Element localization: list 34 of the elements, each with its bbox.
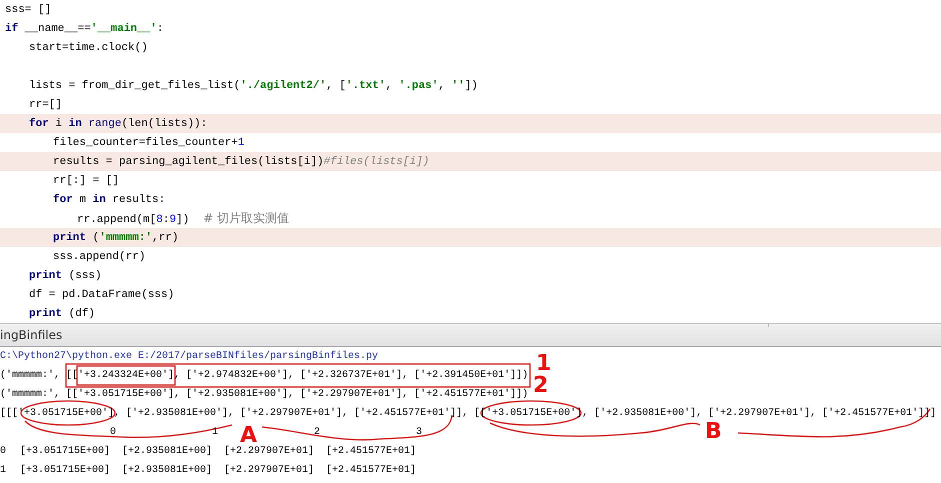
command-line: C:\Python27\python.exe E:/2017/parseBINfiles/parsingBinfiles.py bbox=[0, 351, 378, 362]
table-cell-text: [+2.451577E+01] bbox=[326, 444, 418, 459]
code-line: print (df) bbox=[28, 306, 96, 322]
code-line: for m in results: bbox=[52, 192, 166, 208]
column-header: 0 bbox=[110, 427, 116, 438]
tab-title[interactable]: ingBinfiles bbox=[0, 328, 62, 342]
column-header: 1 bbox=[212, 427, 218, 438]
handwritten-label: A bbox=[240, 425, 258, 447]
output-line: ('mmmmm:', [['+3.051715E+00'], ['+2.935081E+00'], ['+2.297907E+01'], ['+2.451577E+01']]) bbox=[0, 389, 528, 400]
table-cell-text: [+3.051715E+00] bbox=[20, 464, 112, 478]
code-line: sss= [] bbox=[4, 2, 52, 18]
table-cell-text: [+2.451577E+01] bbox=[326, 464, 418, 478]
column-header: 2 bbox=[314, 427, 320, 438]
table-cell-text: [+2.935081E+00] bbox=[122, 464, 214, 478]
code-line: lists = from_dir_get_files_list('./agilent2/', ['.txt', '.pas', '']) bbox=[28, 78, 479, 94]
code-line: rr.append(m[8:9]) # 切片取实测值 bbox=[76, 210, 290, 228]
table-cell-text: [+2.935081E+00] bbox=[122, 444, 214, 459]
code-line: print (sss) bbox=[28, 268, 103, 284]
table-cell-text: [+2.297907E+01] bbox=[224, 444, 316, 459]
code-line: rr=[] bbox=[28, 98, 64, 112]
code-line: sss.append(rr) bbox=[52, 250, 146, 264]
handwritten-label: 2 bbox=[533, 375, 548, 397]
code-line: df = pd.DataFrame(sss) bbox=[28, 288, 176, 302]
handwritten-label: 1 bbox=[536, 353, 552, 375]
code-line: if __name__=='__main__': bbox=[4, 22, 164, 36]
table-cell-text: [+3.051715E+00] bbox=[20, 444, 112, 459]
table-cell-text: [+2.297907E+01] bbox=[224, 464, 316, 478]
row-index: 0 bbox=[0, 445, 8, 459]
code-line: files_counter=files_counter+1 bbox=[52, 136, 246, 150]
code-line: start=time.clock() bbox=[28, 40, 149, 56]
row-index: 1 bbox=[0, 464, 8, 478]
code-line: rr[:] = [] bbox=[52, 174, 120, 188]
column-header: 3 bbox=[416, 427, 422, 438]
handwritten-label: B bbox=[705, 421, 722, 443]
